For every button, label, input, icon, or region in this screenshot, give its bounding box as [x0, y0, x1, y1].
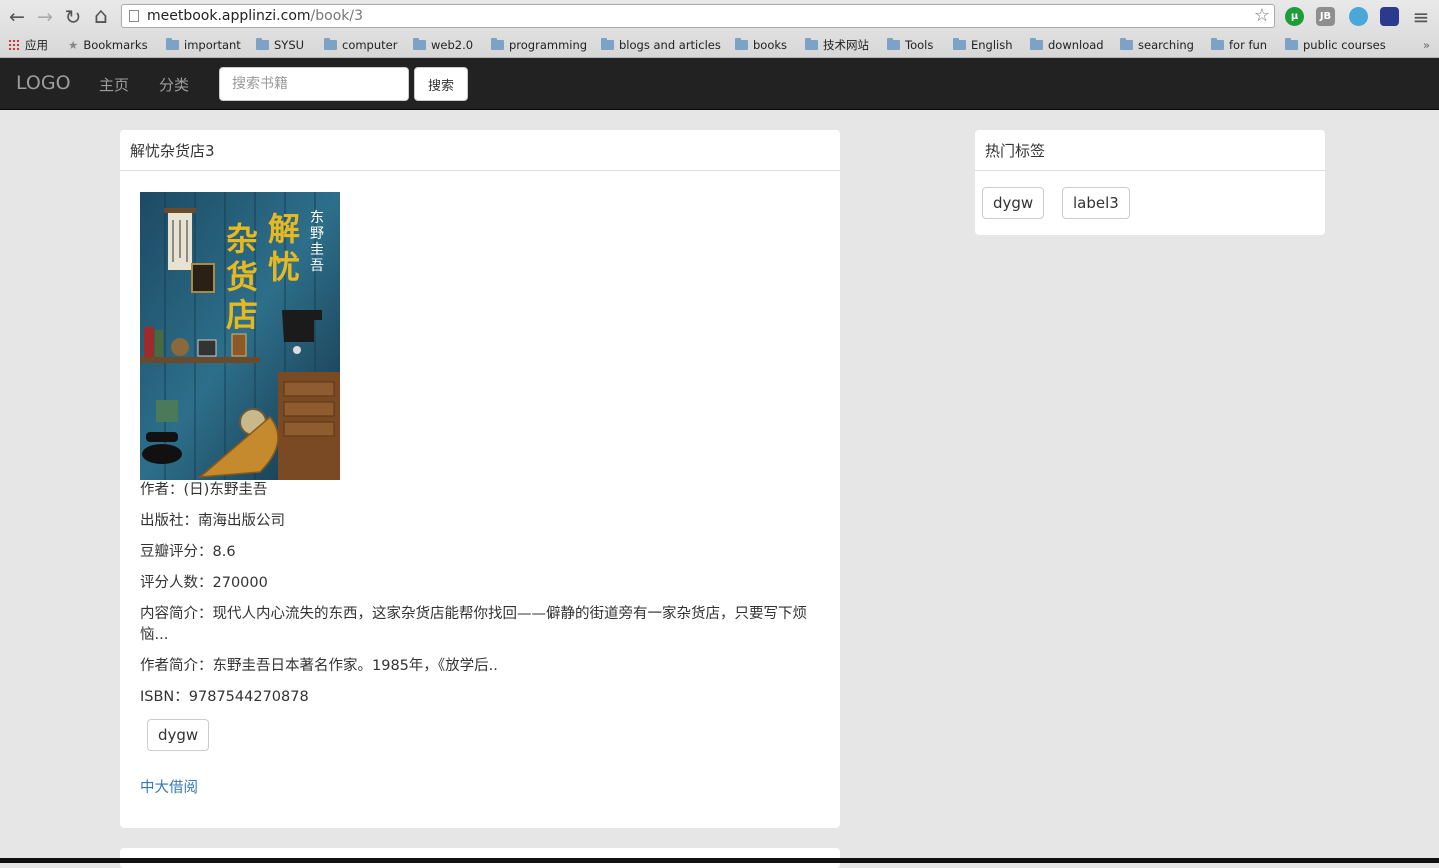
folder-icon	[1030, 38, 1043, 50]
site-logo[interactable]: LOGO	[16, 72, 71, 94]
folder-icon	[953, 38, 966, 50]
book-publisher: 出版社：南海出版公司	[140, 513, 285, 529]
book-cover-image[interactable]: 解 忧 杂 货 店 东 野 圭 吾	[140, 192, 340, 480]
home-icon[interactable]: ⌂	[90, 6, 112, 28]
book-author-intro: 作者简介：东野圭吾日本著名作家。1985年，《放学后..	[140, 658, 498, 674]
jb-extension-icon[interactable]: JB	[1316, 7, 1335, 26]
svg-text:吾: 吾	[310, 258, 324, 274]
folder-icon	[256, 38, 269, 50]
folder-icon	[166, 38, 179, 50]
folder-icon	[491, 38, 504, 50]
folder-icon	[324, 38, 337, 50]
utorrent-extension-icon[interactable]: µ	[1285, 7, 1304, 26]
search-input[interactable]	[219, 67, 409, 101]
bookmark-star-icon[interactable]: ☆	[1254, 5, 1270, 27]
book-tag[interactable]: dygw	[147, 719, 210, 751]
site-navbar: LOGO 主页 分类 搜索	[0, 58, 1439, 110]
bookmark-folder[interactable]: download	[1030, 36, 1104, 54]
svg-text:圭: 圭	[310, 242, 324, 258]
hot-tag[interactable]: label3	[1062, 187, 1130, 219]
bookmark-folder[interactable]: computer	[324, 36, 397, 54]
hot-tags-title: 热门标签	[975, 130, 1325, 171]
borrow-link[interactable]: 中大借阅	[140, 776, 198, 797]
book-detail-panel: 解忧杂货店3 解 忧 杂 货 店 东 野 圭 吾 作者：(日)东野圭吾 出版社：…	[120, 130, 840, 828]
folder-icon	[805, 38, 818, 50]
hot-tags-panel: 热门标签 dygw label3	[975, 130, 1325, 235]
bookmark-apps[interactable]: 应用	[8, 36, 48, 54]
url-text[interactable]: meetbook.applinzi.com/book/3	[147, 8, 363, 24]
book-cover-illustration: 解 忧 杂 货 店 东 野 圭 吾	[140, 192, 340, 480]
bookmarks-bar: 应用 ★ Bookmarks important SYSU computer we…	[0, 34, 1439, 56]
nav-link-home[interactable]: 主页	[99, 74, 129, 95]
svg-text:杂: 杂	[226, 220, 258, 258]
bookmark-folder[interactable]: for fun	[1211, 36, 1267, 54]
bookmark-folder[interactable]: English	[953, 36, 1013, 54]
folder-icon	[1285, 38, 1298, 50]
svg-text:店: 店	[226, 296, 258, 334]
book-title: 解忧杂货店3	[120, 130, 840, 171]
forward-icon[interactable]: →	[34, 6, 56, 28]
nav-link-category[interactable]: 分类	[159, 74, 189, 95]
bookmark-folder[interactable]: blogs and articles	[601, 36, 721, 54]
bookmarks-overflow-icon[interactable]: »	[1423, 36, 1430, 54]
bookmark-folder[interactable]: important	[166, 36, 241, 54]
bookmark-folder[interactable]: SYSU	[256, 36, 304, 54]
bookmark-folder[interactable]: web2.0	[413, 36, 473, 54]
page-icon	[129, 10, 139, 22]
window-bottom-edge	[0, 858, 1439, 863]
book-isbn: ISBN：9787544270878	[140, 689, 309, 705]
folder-icon	[1120, 38, 1133, 50]
svg-text:忧: 忧	[268, 248, 300, 286]
folder-icon	[1211, 38, 1224, 50]
folder-icon	[887, 38, 900, 50]
search-button[interactable]: 搜索	[414, 67, 468, 101]
reload-icon[interactable]: ↻	[62, 6, 84, 28]
svg-text:货: 货	[226, 258, 258, 296]
bookmark-bookmarks[interactable]: ★ Bookmarks	[68, 36, 148, 54]
svg-text:东: 东	[310, 210, 324, 226]
address-bar[interactable]: meetbook.applinzi.com/book/3 ☆	[121, 4, 1275, 28]
back-icon[interactable]: ←	[6, 6, 28, 28]
apps-grid-icon	[8, 39, 20, 51]
hot-tag[interactable]: dygw	[982, 187, 1045, 219]
svg-text:野: 野	[310, 226, 324, 242]
bookmark-folder[interactable]: searching	[1120, 36, 1194, 54]
bookmark-folder[interactable]: public courses	[1285, 36, 1386, 54]
star-icon: ★	[68, 38, 79, 52]
svg-text:解: 解	[268, 210, 300, 248]
book-summary: 内容简介：现代人内心流失的东西，这家杂货店能帮你找回——僻静的街道旁有一家杂货店…	[140, 606, 807, 643]
book-author: 作者：(日)东野圭吾	[140, 482, 268, 498]
folder-icon	[735, 38, 748, 50]
folder-icon	[413, 38, 426, 50]
menu-icon[interactable]: ≡	[1410, 6, 1432, 28]
flag-extension-icon[interactable]	[1380, 7, 1399, 26]
bookmark-folder[interactable]: books	[735, 36, 787, 54]
browser-chrome: ← → ↻ ⌂ meetbook.applinzi.com/book/3 ☆ µ…	[0, 0, 1439, 58]
bookmark-folder[interactable]: programming	[491, 36, 587, 54]
bookmark-folder[interactable]: Tools	[887, 36, 933, 54]
moon-extension-icon[interactable]	[1349, 7, 1368, 26]
book-rating-count: 评分人数：270000	[140, 575, 268, 591]
book-rating: 豆瓣评分：8.6	[140, 544, 236, 560]
folder-icon	[601, 38, 614, 50]
bookmark-folder[interactable]: 技术网站	[805, 36, 869, 54]
